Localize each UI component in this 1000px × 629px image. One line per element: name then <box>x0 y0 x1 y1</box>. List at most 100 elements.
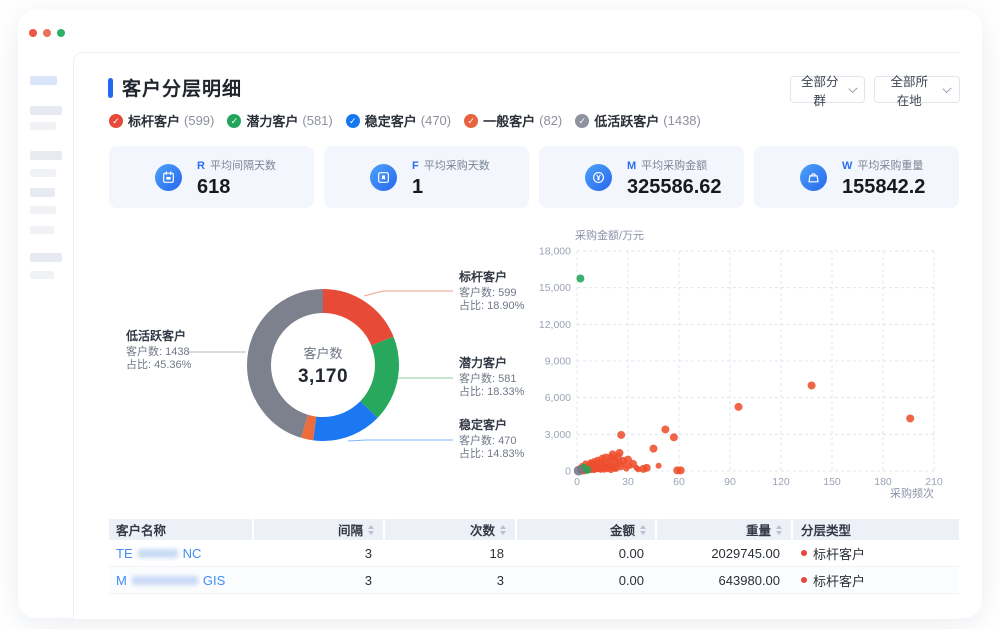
sort-icon <box>776 525 782 535</box>
skeleton-bar <box>30 271 54 279</box>
skeleton-bar <box>30 151 62 160</box>
cell-amount: 0.00 <box>517 567 655 593</box>
table-row[interactable]: MGIS330.00643980.00标杆客户 <box>109 567 959 594</box>
cell-weight: 643980.00 <box>657 567 791 593</box>
masked-text <box>138 549 178 558</box>
bookmark-icon <box>370 164 397 191</box>
check-circle-icon: ✓ <box>346 114 360 128</box>
legend-label: 潜力客户 <box>246 111 298 130</box>
svg-text:12,000: 12,000 <box>539 319 571 331</box>
column-header-times[interactable]: 次数 <box>385 519 515 540</box>
cell-times: 18 <box>385 540 515 566</box>
donut-chart-block: 客户数 3,170 标杆客户 客户数: 599 占比: 18.90% 潜力客户 … <box>101 241 521 491</box>
kpi-letter: F <box>412 160 419 172</box>
column-header-amount[interactable]: 金额 <box>517 519 655 540</box>
close-dot[interactable] <box>29 29 37 37</box>
column-header-customer-name: 客户名称 <box>109 519 252 540</box>
axis-labels: 03,0006,0009,00012,00015,00018,000030609… <box>539 246 943 489</box>
kpi-card-m: M平均采购金额325586.62 <box>539 146 744 208</box>
legend-item[interactable]: ✓ 标杆客户 (599) <box>109 111 214 130</box>
check-circle-icon: ✓ <box>109 114 123 128</box>
cell-interval: 3 <box>254 540 383 566</box>
kpi-card-r: R平均间隔天数618 <box>109 146 314 208</box>
kpi-label: 平均采购天数 <box>424 160 490 172</box>
window-controls <box>29 29 65 37</box>
svg-text:0: 0 <box>574 476 580 488</box>
customer-table: 客户名称间隔次数金额重量分层类型 TENC3180.002029745.00标杆… <box>109 519 959 594</box>
skeleton-bar <box>30 76 57 85</box>
chevron-down-icon <box>943 83 952 92</box>
legend-item[interactable]: ✓潜力客户(581) <box>227 111 332 130</box>
cell-weight: 2029745.00 <box>657 540 791 566</box>
legend-count: (470) <box>421 113 451 128</box>
skeleton-bar <box>30 206 56 214</box>
legend-label: 标杆客户 <box>128 111 180 130</box>
customer-name-link[interactable]: MGIS <box>116 573 225 588</box>
page-header: 客户分层明细 <box>108 74 242 101</box>
skeleton-bar <box>30 188 55 197</box>
kpi-letter: R <box>197 160 205 172</box>
svg-text:15,000: 15,000 <box>539 282 571 294</box>
tier-dot <box>801 550 807 556</box>
legend-count: (599) <box>184 113 214 128</box>
skeleton-bar <box>30 253 62 262</box>
calendar-icon <box>155 164 182 191</box>
column-header-weight[interactable]: 重量 <box>657 519 791 540</box>
scatter-chart: 03,0006,0009,00012,00015,00018,000030609… <box>539 227 961 499</box>
minimize-dot[interactable] <box>43 29 51 37</box>
sort-icon <box>500 525 506 535</box>
skeleton-bar <box>30 122 56 130</box>
table-body: TENC3180.002029745.00标杆客户MGIS330.0064398… <box>109 540 959 594</box>
svg-text:90: 90 <box>724 476 736 488</box>
legend-label: 一般客户 <box>483 111 535 130</box>
kpi-value: 1 <box>412 176 490 199</box>
legend-item[interactable]: ✓稳定客户(470) <box>346 111 451 130</box>
legend-item[interactable]: ✓低活跃客户(1438) <box>575 111 701 130</box>
series-潜力客户 <box>576 275 591 474</box>
yen-icon <box>585 164 612 191</box>
group-filter-value: 全部分群 <box>800 71 840 109</box>
svg-text:9,000: 9,000 <box>545 356 571 368</box>
skeleton-bar <box>30 226 54 234</box>
tier-dot <box>801 577 807 583</box>
donut-center-label: 客户数 3,170 <box>245 287 401 443</box>
legend-item[interactable]: ✓ 一般客户 (82) <box>464 111 562 130</box>
kpi-label: 平均采购重量 <box>857 160 923 172</box>
svg-text:18,000: 18,000 <box>539 246 571 258</box>
maximize-dot[interactable] <box>57 29 65 37</box>
skeleton-bar <box>30 106 62 115</box>
column-header-interval[interactable]: 间隔 <box>254 519 383 540</box>
svg-text:180: 180 <box>874 476 892 488</box>
svg-text:3,000: 3,000 <box>545 429 571 441</box>
table-header: 客户名称间隔次数金额重量分层类型 <box>109 519 959 540</box>
check-circle-icon: ✓ <box>575 114 589 128</box>
kpi-value: 155842.2 <box>842 176 925 199</box>
series-低活跃客户 <box>574 466 584 476</box>
kpi-label: 平均采购金额 <box>641 160 707 172</box>
check-circle-icon: ✓ <box>464 114 478 128</box>
skeleton-bar <box>30 169 56 177</box>
cell-times: 3 <box>385 567 515 593</box>
kpi-card-w: W平均采购重量155842.2 <box>754 146 959 208</box>
svg-text:6,000: 6,000 <box>545 392 571 404</box>
callout-low-active: 低活跃客户 客户数: 1438 占比: 45.36% <box>126 330 238 373</box>
masked-text <box>132 576 198 585</box>
group-filter-select[interactable]: 全部分群 <box>790 76 865 103</box>
sort-icon <box>368 525 374 535</box>
kpi-card-f: F 平均采购天数 1 <box>324 146 529 208</box>
svg-text:210: 210 <box>925 476 943 488</box>
customer-name-link[interactable]: TENC <box>116 546 201 561</box>
table-row[interactable]: TENC3180.002029745.00标杆客户 <box>109 540 959 567</box>
bag-icon <box>800 164 827 191</box>
location-filter-select[interactable]: 全部所在地 <box>874 76 960 103</box>
legend-count: (82) <box>539 113 562 128</box>
svg-text:120: 120 <box>772 476 790 488</box>
page-title: 客户分层明细 <box>122 74 242 101</box>
main-panel: 客户分层明细 全部分群 全部所在地 ✓ 标杆客户 (599) ✓潜力客户(581) ✓稳… <box>73 52 960 619</box>
title-accent-bar <box>108 78 113 98</box>
column-header-tier: 分层类型 <box>793 519 959 540</box>
location-filter-value: 全部所在地 <box>884 71 934 109</box>
x-axis-title: 采购频次 <box>890 486 934 499</box>
sort-icon <box>640 525 646 535</box>
kpi-letter: M <box>627 160 636 172</box>
